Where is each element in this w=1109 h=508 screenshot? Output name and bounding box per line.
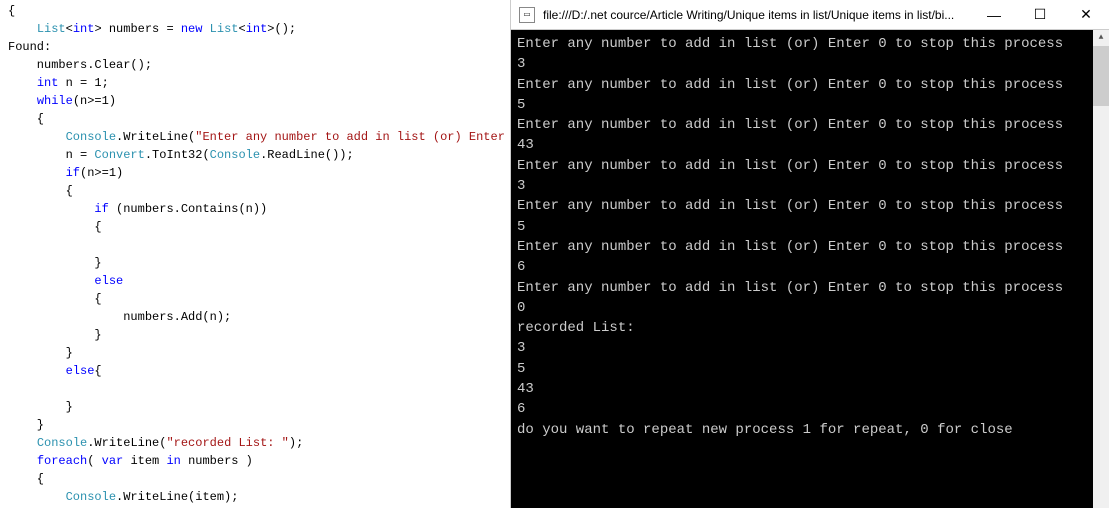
app-icon: ▭ xyxy=(519,7,535,23)
window-controls: — ☐ ✕ xyxy=(971,0,1109,29)
scroll-up-arrow-icon[interactable]: ▲ xyxy=(1093,30,1109,46)
vertical-scrollbar[interactable]: ▲ xyxy=(1093,30,1109,508)
scroll-thumb[interactable] xyxy=(1093,46,1109,106)
console-window: ▭ file:///D:/.net cource/Article Writing… xyxy=(510,0,1109,508)
console-output-area[interactable]: Enter any number to add in list (or) Ent… xyxy=(511,30,1109,508)
window-title: file:///D:/.net cource/Article Writing/U… xyxy=(543,8,971,22)
code-editor-pane[interactable]: { List<int> numbers = new List<int>(); F… xyxy=(0,0,510,508)
maximize-button[interactable]: ☐ xyxy=(1017,0,1063,29)
code-content: { List<int> numbers = new List<int>(); F… xyxy=(8,2,510,508)
close-button[interactable]: ✕ xyxy=(1063,0,1109,29)
minimize-button[interactable]: — xyxy=(971,0,1017,29)
titlebar[interactable]: ▭ file:///D:/.net cource/Article Writing… xyxy=(511,0,1109,30)
console-output-text: Enter any number to add in list (or) Ent… xyxy=(517,34,1103,440)
